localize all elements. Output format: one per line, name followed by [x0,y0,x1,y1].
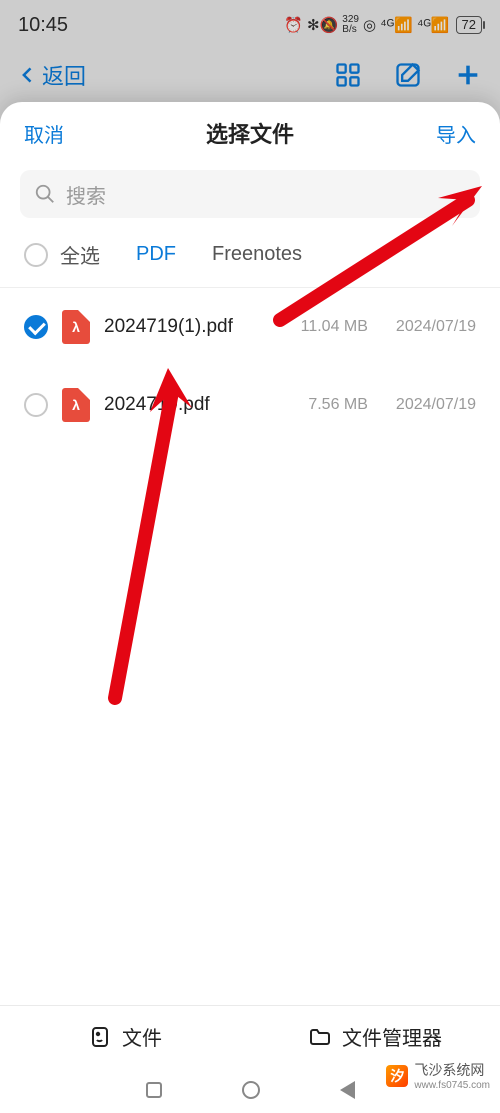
file-name: 2024719(1).pdf [104,316,276,338]
select-all-label: 全选 [60,240,100,269]
home-icon[interactable] [242,1081,260,1099]
file-list[interactable]: 2024719(1).pdf 11.04 MB 2024/07/19 20247… [0,288,500,1113]
watermark-logo-icon: 汐 [386,1065,408,1087]
file-picker-sheet: 取消 选择文件 导入 搜索 全选 PDF Freenotes 2024719(1… [0,102,500,1113]
file-checkbox-icon[interactable] [24,315,48,339]
checkbox-icon [24,243,48,267]
tab-freenotes[interactable]: Freenotes [212,243,302,266]
tab-pdf[interactable]: PDF [136,243,176,266]
status-bar: 10:45 ⏰ ✻🔕 329B/s ◎ ⁴ᴳ📶 ⁴ᴳ📶 72 [0,0,500,50]
status-time: 10:45 [18,14,68,37]
search-icon [34,183,56,205]
search-placeholder: 搜索 [66,180,106,209]
file-checkbox-icon[interactable] [24,393,48,417]
app-nav: 返回 [0,50,500,100]
battery-icon: 72 [456,16,482,34]
watermark: 汐 飞沙系统网 www.fs0745.com [382,1058,494,1093]
watermark-name: 飞沙系统网 [414,1062,484,1078]
select-all-checkbox[interactable]: 全选 [24,240,100,269]
file-size: 7.56 MB [290,396,368,414]
grid-view-icon[interactable] [334,61,362,89]
watermark-url: www.fs0745.com [414,1080,490,1091]
folder-icon [308,1025,332,1049]
file-date: 2024/07/19 [396,318,476,336]
pdf-icon [62,388,90,422]
pdf-icon [62,310,90,344]
file-row[interactable]: 2024719.pdf 7.56 MB 2024/07/19 [0,366,500,444]
file-icon [88,1025,112,1049]
bottom-file-label: 文件 [122,1022,162,1051]
add-icon[interactable] [454,61,482,89]
sheet-title: 选择文件 [206,117,294,149]
recent-apps-icon[interactable] [146,1082,162,1098]
search-input[interactable]: 搜索 [20,170,480,218]
file-size: 11.04 MB [290,318,368,336]
status-indicators: ⏰ ✻🔕 329B/s ◎ ⁴ᴳ📶 ⁴ᴳ📶 72 [284,15,482,35]
compose-icon[interactable] [394,61,422,89]
bottom-manager-label: 文件管理器 [342,1022,442,1051]
sheet-header: 取消 选择文件 导入 [0,102,500,164]
cancel-button[interactable]: 取消 [24,119,64,148]
file-name: 2024719.pdf [104,394,276,416]
import-button[interactable]: 导入 [436,119,476,148]
back-button[interactable]: 返回 [18,59,86,91]
back-label: 返回 [42,59,86,91]
file-row[interactable]: 2024719(1).pdf 11.04 MB 2024/07/19 [0,288,500,366]
filter-row: 全选 PDF Freenotes [0,232,500,287]
back-icon[interactable] [340,1081,355,1099]
bottom-file-button[interactable]: 文件 [0,1006,250,1067]
file-date: 2024/07/19 [396,396,476,414]
